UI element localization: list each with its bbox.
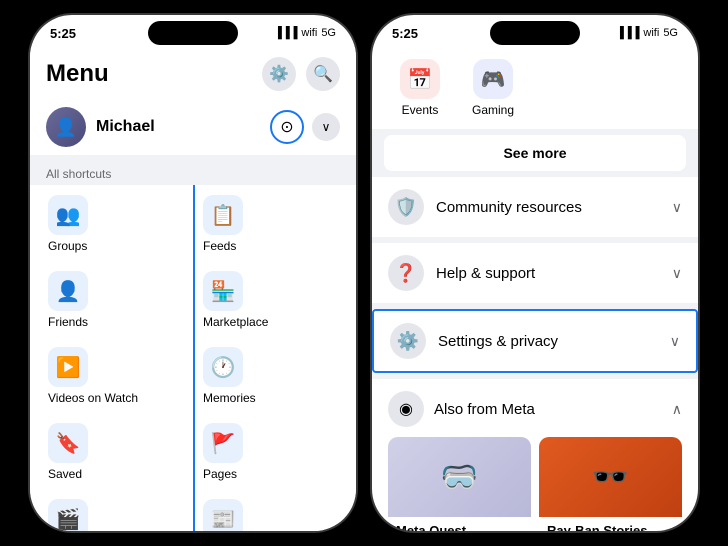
- settings-left: ⚙️ Settings & privacy: [390, 323, 558, 359]
- profile-row[interactable]: 👤 Michael ⊙ ∨: [30, 99, 356, 155]
- also-meta-chevron: ∧: [672, 401, 682, 418]
- friends-icon: 👤: [48, 271, 88, 311]
- marketplace-icon: 🏪: [203, 271, 243, 311]
- also-meta-header[interactable]: ◉ Also from Meta ∧: [388, 391, 682, 427]
- profile-chevron[interactable]: ∨: [312, 113, 340, 141]
- quest-image: 🥽: [388, 437, 531, 517]
- settings-privacy-row[interactable]: ⚙️ Settings & privacy ∨: [372, 309, 698, 373]
- help-support-row[interactable]: ❓ Help & support ∨: [372, 243, 698, 303]
- friends-label: Friends: [48, 315, 88, 329]
- signal-icon-right: ▐▐▐: [616, 27, 639, 39]
- shortcut-feeds[interactable]: 📋 Feeds: [193, 185, 348, 261]
- videos-icon: ▶️: [48, 347, 88, 387]
- help-label: Help & support: [436, 265, 535, 282]
- community-left: 🛡️ Community resources: [388, 189, 582, 225]
- shortcut-groups[interactable]: 👥 Groups: [38, 185, 193, 261]
- shortcuts-grid: 👥 Groups 📋 Feeds 👤 Friends 🏪 Marketplace…: [30, 185, 356, 531]
- shortcut-saved[interactable]: 🔖 Saved: [38, 413, 193, 489]
- community-resources-row[interactable]: 🛡️ Community resources ∨: [372, 177, 698, 237]
- meta-icon: ◉: [388, 391, 424, 427]
- settings-icon: ⚙️: [390, 323, 426, 359]
- feeds-icon: 📋: [203, 195, 243, 235]
- memories-icon: 🕐: [203, 347, 243, 387]
- settings-chevron: ∨: [670, 333, 680, 350]
- status-icons-right: ▐▐▐ wifi 5G: [616, 27, 678, 39]
- profile-name: Michael: [96, 118, 155, 136]
- events-top-label: Events: [402, 103, 439, 117]
- news-icon: 📰: [203, 499, 243, 531]
- pages-icon: 🚩: [203, 423, 243, 463]
- saved-label: Saved: [48, 467, 82, 481]
- right-screen: 📅 Events 🎮 Gaming See more 🛡️ Community …: [372, 47, 698, 531]
- top-gaming[interactable]: 🎮 Gaming: [456, 55, 530, 121]
- search-button[interactable]: 🔍: [306, 57, 340, 91]
- saved-icon: 🔖: [48, 423, 88, 463]
- wifi-icon-right: wifi: [643, 27, 659, 39]
- status-time-right: 5:25: [392, 26, 418, 41]
- shortcut-reels[interactable]: 🎬 Reels: [38, 489, 193, 531]
- top-events[interactable]: 📅 Events: [384, 55, 456, 121]
- menu-header: Menu ⚙️ 🔍: [30, 47, 356, 99]
- rayban-card[interactable]: 🕶️ Ray-Ban Stories Capture the moment, r…: [539, 437, 682, 531]
- gaming-top-label: Gaming: [472, 103, 514, 117]
- status-icons-left: ▐▐▐ wifi 5G: [274, 27, 336, 39]
- also-from-meta-section: ◉ Also from Meta ∧ 🥽 Meta Quest Defy rea…: [372, 379, 698, 531]
- shortcut-pages[interactable]: 🚩 Pages: [193, 413, 348, 489]
- settings-label: Settings & privacy: [438, 333, 558, 350]
- shortcut-friends[interactable]: 👤 Friends: [38, 261, 193, 337]
- menu-title: Menu: [46, 60, 109, 88]
- divider-line: [193, 185, 195, 531]
- see-more-button[interactable]: See more: [384, 135, 686, 171]
- rayban-body: Ray-Ban Stories Capture the moment, righ…: [539, 517, 682, 531]
- also-meta-label: Also from Meta: [434, 401, 535, 418]
- videos-label: Videos on Watch: [48, 391, 138, 405]
- community-icon: 🛡️: [388, 189, 424, 225]
- pages-label: Pages: [203, 467, 237, 481]
- community-label: Community resources: [436, 199, 582, 216]
- shortcuts-label: All shortcuts: [30, 161, 356, 185]
- battery-icon: 5G: [321, 27, 336, 39]
- profile-right: ⊙ ∨: [270, 110, 340, 144]
- help-icon: ❓: [388, 255, 424, 291]
- meta-quest-card[interactable]: 🥽 Meta Quest Defy reality and distance w…: [388, 437, 531, 531]
- meta-cards: 🥽 Meta Quest Defy reality and distance w…: [388, 437, 682, 531]
- reels-icon: 🎬: [48, 499, 88, 531]
- left-phone: 5:25 ▐▐▐ wifi 5G Menu ⚙️ 🔍 👤 Michael ⊙ ∨: [28, 13, 358, 533]
- wifi-icon: wifi: [301, 27, 317, 39]
- quest-body: Meta Quest Defy reality and distance wit…: [388, 517, 531, 531]
- groups-icon: 👥: [48, 195, 88, 235]
- marketplace-label: Marketplace: [203, 315, 268, 329]
- left-screen: Menu ⚙️ 🔍 👤 Michael ⊙ ∨ All shortcuts: [30, 47, 356, 531]
- help-left: ❓ Help & support: [388, 255, 535, 291]
- battery-icon-right: 5G: [663, 27, 678, 39]
- ring-icon[interactable]: ⊙: [270, 110, 304, 144]
- right-phone: 5:25 ▐▐▐ wifi 5G 📅 Events 🎮 Gaming See m…: [370, 13, 700, 533]
- gear-button[interactable]: ⚙️: [262, 57, 296, 91]
- shortcut-memories[interactable]: 🕐 Memories: [193, 337, 348, 413]
- rayban-title: Ray-Ban Stories: [547, 523, 674, 531]
- profile-left: 👤 Michael: [46, 107, 155, 147]
- quest-title: Meta Quest: [396, 523, 523, 531]
- dynamic-island-right: [490, 21, 580, 45]
- gaming-top-icon: 🎮: [473, 59, 513, 99]
- also-meta-left: ◉ Also from Meta: [388, 391, 535, 427]
- feeds-label: Feeds: [203, 239, 236, 253]
- signal-icon: ▐▐▐: [274, 27, 297, 39]
- help-chevron: ∨: [672, 265, 682, 282]
- community-chevron: ∨: [672, 199, 682, 216]
- shortcut-videos[interactable]: ▶️ Videos on Watch: [38, 337, 193, 413]
- status-time-left: 5:25: [50, 26, 76, 41]
- shortcut-news[interactable]: 📰 News: [193, 489, 348, 531]
- rayban-image: 🕶️: [539, 437, 682, 517]
- menu-icons: ⚙️ 🔍: [262, 57, 340, 91]
- events-top-icon: 📅: [400, 59, 440, 99]
- top-shortcuts: 📅 Events 🎮 Gaming: [372, 47, 698, 129]
- dynamic-island-left: [148, 21, 238, 45]
- avatar: 👤: [46, 107, 86, 147]
- shortcut-marketplace[interactable]: 🏪 Marketplace: [193, 261, 348, 337]
- groups-label: Groups: [48, 239, 87, 253]
- memories-label: Memories: [203, 391, 256, 405]
